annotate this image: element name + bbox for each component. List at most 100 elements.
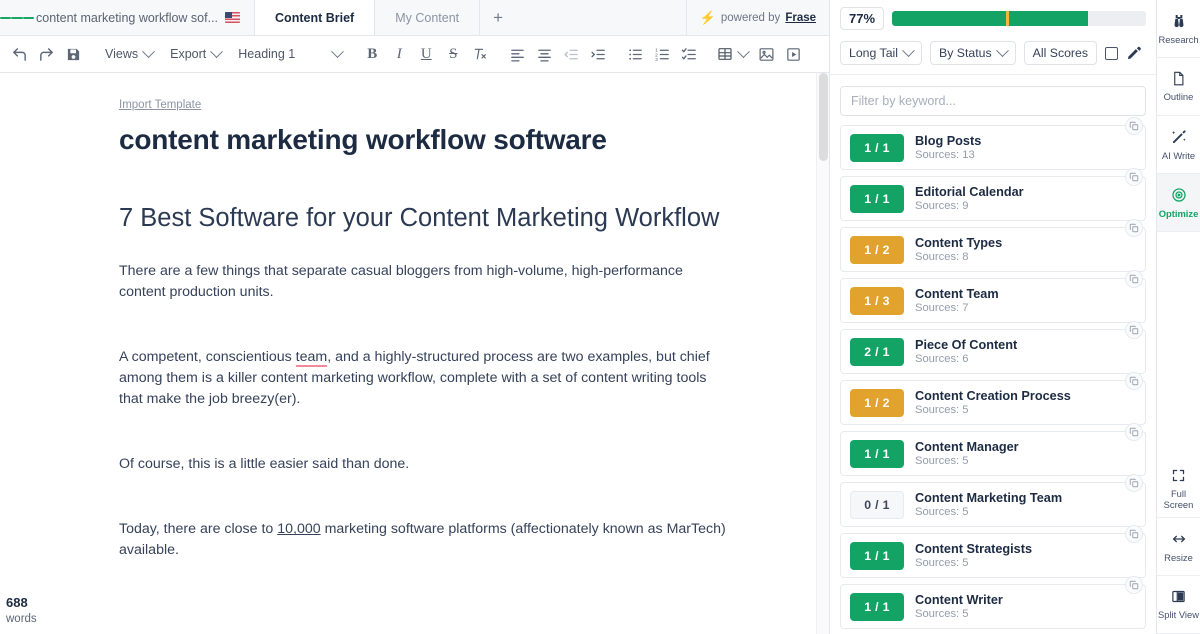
- keyword-name: Content Marketing Team: [915, 491, 1062, 505]
- highlighter-pen-icon[interactable]: [1126, 45, 1142, 61]
- tabbar-spacer: [516, 0, 686, 35]
- keyword-filter-input[interactable]: [840, 86, 1146, 116]
- keyword-card[interactable]: 2 / 1Piece Of ContentSources: 6: [840, 329, 1146, 374]
- underline-button[interactable]: U: [413, 41, 439, 67]
- rail-item-optimize[interactable]: Optimize: [1157, 174, 1200, 232]
- indent-icon[interactable]: [585, 41, 611, 67]
- keyword-card[interactable]: 0 / 1Content Marketing TeamSources: 5: [840, 482, 1146, 527]
- bullet-list-icon[interactable]: [622, 41, 648, 67]
- paragraph-2[interactable]: A competent, conscientious team, and a h…: [119, 347, 729, 410]
- document-scroll-area[interactable]: Import Template content marketing workfl…: [0, 73, 829, 634]
- rail-item-ai-write[interactable]: AI Write: [1157, 116, 1200, 174]
- keyword-text: Content TeamSources: 7: [915, 287, 999, 314]
- keyword-card[interactable]: 1 / 1Content StrategistsSources: 5: [840, 533, 1146, 578]
- keyword-card[interactable]: 1 / 1Content ManagerSources: 5: [840, 431, 1146, 476]
- clear-formatting-icon[interactable]: [467, 41, 493, 67]
- keyword-name: Piece Of Content: [915, 338, 1017, 352]
- save-icon[interactable]: [60, 41, 86, 67]
- document-icon: [1171, 71, 1186, 86]
- svg-text:3: 3: [655, 56, 658, 62]
- copy-icon[interactable]: [1125, 117, 1143, 135]
- editor-scrollbar-thumb[interactable]: [819, 73, 828, 161]
- align-left-icon[interactable]: [504, 41, 530, 67]
- inline-link[interactable]: 10,000: [277, 521, 320, 537]
- highlight-checkbox[interactable]: [1105, 47, 1118, 60]
- split-view-icon: [1171, 589, 1186, 604]
- bold-label: B: [367, 47, 377, 62]
- rail-item-resize[interactable]: Resize: [1157, 518, 1200, 576]
- keyword-card[interactable]: 1 / 1Editorial CalendarSources: 9: [840, 176, 1146, 221]
- panel-filters: Long Tail By Status All Scores: [840, 41, 1146, 65]
- undo-icon[interactable]: [6, 41, 32, 67]
- underline-label: U: [421, 47, 432, 62]
- keyword-card[interactable]: 1 / 3Content TeamSources: 7: [840, 278, 1146, 323]
- copy-icon[interactable]: [1125, 270, 1143, 288]
- editor-column: content marketing workflow sof... Conten…: [0, 0, 829, 634]
- brand-name[interactable]: Frase: [785, 12, 816, 24]
- strikethrough-button[interactable]: S: [440, 41, 466, 67]
- keyword-card[interactable]: 1 / 1Content WriterSources: 5: [840, 584, 1146, 629]
- copy-icon[interactable]: [1125, 525, 1143, 543]
- import-template-link[interactable]: Import Template: [119, 99, 201, 111]
- keyword-name: Content Writer: [915, 593, 1003, 607]
- rail-item-full-screen[interactable]: Full Screen: [1157, 460, 1200, 518]
- keyword-sources: Sources: 5: [915, 404, 1071, 416]
- numbered-list-icon[interactable]: 123: [649, 41, 675, 67]
- keyword-text: Content WriterSources: 5: [915, 593, 1003, 620]
- outdent-icon[interactable]: [558, 41, 584, 67]
- document-title[interactable]: content marketing workflow software: [119, 124, 729, 156]
- copy-icon[interactable]: [1125, 576, 1143, 594]
- long-tail-dropdown[interactable]: Long Tail: [840, 41, 922, 65]
- copy-icon[interactable]: [1125, 372, 1143, 390]
- keyword-sources: Sources: 5: [915, 608, 1003, 620]
- heading-style-dropdown[interactable]: Heading 1: [230, 41, 348, 67]
- paragraph-1[interactable]: There are a few things that separate cas…: [119, 261, 729, 303]
- document-heading[interactable]: 7 Best Software for your Content Marketi…: [119, 202, 729, 234]
- keyword-card[interactable]: 1 / 1Blog PostsSources: 13: [840, 125, 1146, 170]
- by-status-dropdown[interactable]: By Status: [930, 41, 1016, 65]
- document-tab[interactable]: content marketing workflow sof...: [34, 0, 255, 35]
- image-icon[interactable]: [753, 41, 779, 67]
- paragraph-2-part-a: A competent, conscientious: [119, 349, 296, 365]
- add-tab-button[interactable]: +: [480, 0, 516, 35]
- score-badge: 77%: [840, 7, 884, 30]
- copy-icon[interactable]: [1125, 219, 1143, 237]
- paragraph-3[interactable]: Of course, this is a little easier said …: [119, 454, 729, 475]
- keyword-sources: Sources: 8: [915, 251, 1002, 263]
- keyword-card[interactable]: 1 / 2Content Creation ProcessSources: 5: [840, 380, 1146, 425]
- paragraph-4-part-a: Today, there are close to: [119, 521, 277, 537]
- video-icon[interactable]: [780, 41, 806, 67]
- rail-item-outline[interactable]: Outline: [1157, 58, 1200, 116]
- keyword-count-badge: 0 / 1: [850, 491, 904, 519]
- keyword-name: Blog Posts: [915, 134, 981, 148]
- tab-my-content[interactable]: My Content: [375, 0, 480, 35]
- score-progress-bar: [892, 11, 1146, 26]
- keyword-card[interactable]: 1 / 2Content TypesSources: 8: [840, 227, 1146, 272]
- views-dropdown[interactable]: Views: [97, 41, 161, 67]
- italic-button[interactable]: I: [386, 41, 412, 67]
- align-center-icon[interactable]: [531, 41, 557, 67]
- keyword-text: Content Creation ProcessSources: 5: [915, 389, 1071, 416]
- copy-icon[interactable]: [1125, 423, 1143, 441]
- document-body[interactable]: Import Template content marketing workfl…: [0, 73, 829, 634]
- table-dropdown[interactable]: [713, 41, 752, 67]
- all-scores-button[interactable]: All Scores: [1024, 41, 1097, 65]
- copy-icon[interactable]: [1125, 168, 1143, 186]
- export-dropdown[interactable]: Export: [162, 41, 229, 67]
- copy-icon[interactable]: [1125, 474, 1143, 492]
- bold-button[interactable]: B: [359, 41, 385, 67]
- spellcheck-word[interactable]: team: [296, 349, 328, 367]
- keyword-sources: Sources: 6: [915, 353, 1017, 365]
- rail-item-split-view[interactable]: Split View: [1157, 576, 1200, 634]
- copy-icon[interactable]: [1125, 321, 1143, 339]
- heading-label: Heading 1: [238, 47, 295, 61]
- paragraph-4[interactable]: Today, there are close to 10,000 marketi…: [119, 519, 729, 561]
- rail-item-research[interactable]: Research: [1157, 0, 1200, 58]
- tab-content-brief[interactable]: Content Brief: [255, 0, 375, 35]
- resize-arrows-icon: [1171, 531, 1187, 547]
- checklist-icon[interactable]: [676, 41, 702, 67]
- paragraph-1-text: There are a few things that separate cas…: [119, 263, 683, 300]
- hamburger-icon[interactable]: [0, 0, 34, 35]
- redo-icon[interactable]: [33, 41, 59, 67]
- editor-scrollbar[interactable]: [816, 73, 829, 634]
